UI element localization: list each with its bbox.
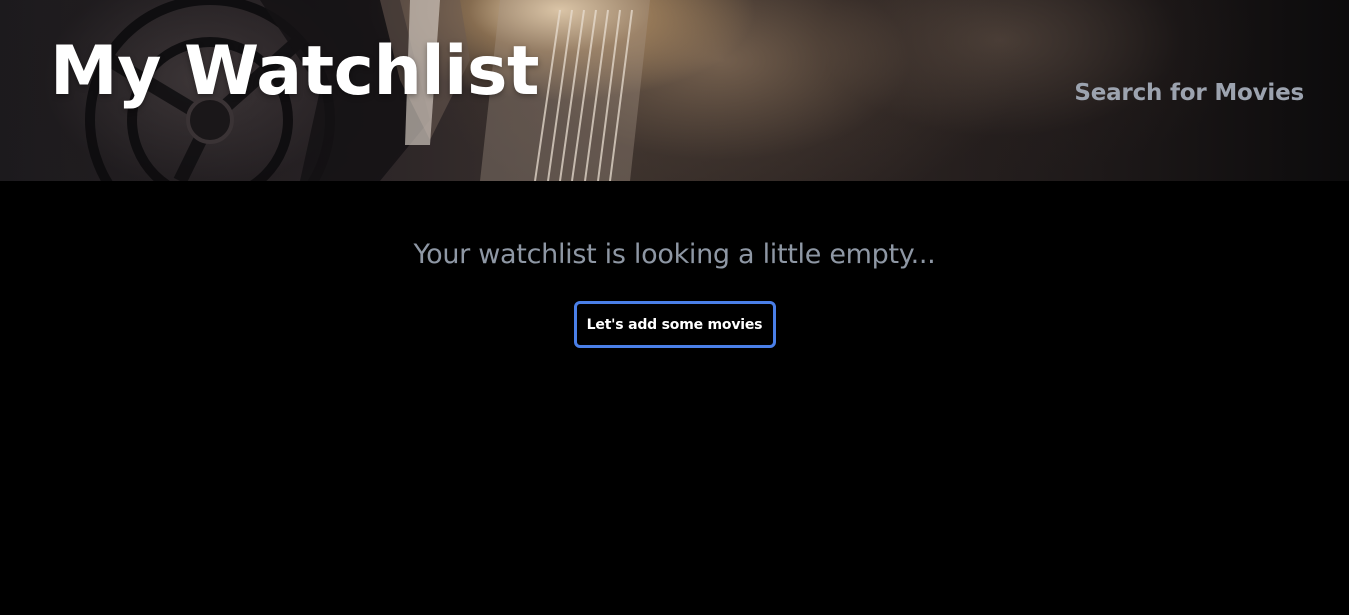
watchlist-main: Your watchlist is looking a little empty…	[0, 239, 1349, 348]
page-title: My Watchlist	[50, 32, 539, 111]
header-banner: My Watchlist Search for Movies	[0, 0, 1349, 181]
add-movies-button[interactable]: Let's add some movies	[573, 301, 776, 348]
search-movies-link[interactable]: Search for Movies	[1074, 80, 1304, 106]
empty-watchlist-message: Your watchlist is looking a little empty…	[413, 239, 936, 270]
